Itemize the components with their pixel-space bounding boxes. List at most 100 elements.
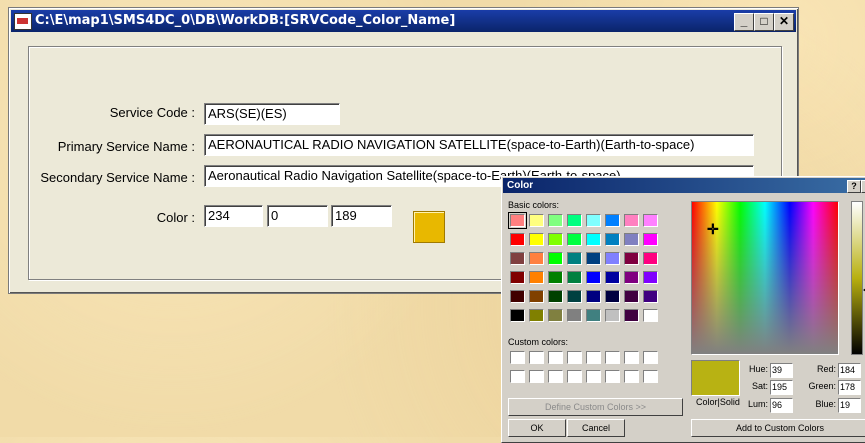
basic-color-swatch[interactable] xyxy=(567,214,582,227)
basic-color-swatch[interactable] xyxy=(567,252,582,265)
basic-color-swatch[interactable] xyxy=(605,252,620,265)
basic-color-swatch[interactable] xyxy=(529,309,544,322)
color-dialog-title-bar[interactable]: Color ? ✕ xyxy=(503,178,865,193)
add-to-custom-colors-button[interactable]: Add to Custom Colors xyxy=(691,419,865,437)
custom-color-swatch[interactable] xyxy=(567,370,582,383)
cancel-button[interactable]: Cancel xyxy=(567,419,625,437)
custom-color-swatch[interactable] xyxy=(510,370,525,383)
basic-color-swatch[interactable] xyxy=(643,252,658,265)
basic-color-swatch[interactable] xyxy=(529,271,544,284)
color-solid-label: Color|Solid xyxy=(696,397,740,407)
basic-color-swatch[interactable] xyxy=(605,309,620,322)
basic-color-swatch[interactable] xyxy=(586,271,601,284)
service-code-input[interactable]: ARS(SE)(ES) xyxy=(204,103,340,125)
title-bar[interactable]: C:\E\map1\SMS4DC_0\DB\WorkDB:[SRVCode_Co… xyxy=(11,10,796,32)
basic-color-swatch[interactable] xyxy=(510,233,525,246)
basic-color-swatch[interactable] xyxy=(624,271,639,284)
basic-color-swatch[interactable] xyxy=(529,252,544,265)
green-input[interactable]: 178 xyxy=(838,380,861,395)
basic-color-swatch[interactable] xyxy=(624,309,639,322)
color-solid-preview xyxy=(691,360,740,396)
blue-input[interactable]: 19 xyxy=(838,398,861,413)
basic-color-swatch[interactable] xyxy=(643,290,658,303)
custom-color-swatch[interactable] xyxy=(605,370,620,383)
basic-color-swatch[interactable] xyxy=(586,309,601,322)
help-button[interactable]: ? xyxy=(847,180,861,193)
basic-color-swatch[interactable] xyxy=(529,290,544,303)
basic-color-swatch[interactable] xyxy=(548,214,563,227)
basic-color-swatch[interactable] xyxy=(567,271,582,284)
color-green-input[interactable]: 0 xyxy=(267,205,328,227)
color-blue-input[interactable]: 189 xyxy=(331,205,392,227)
sat-label: Sat: xyxy=(751,381,768,391)
green-label: Green: xyxy=(808,381,836,391)
custom-color-swatch[interactable] xyxy=(643,370,658,383)
basic-color-swatch[interactable] xyxy=(586,233,601,246)
basic-color-swatch[interactable] xyxy=(510,290,525,303)
custom-color-swatch[interactable] xyxy=(510,351,525,364)
basic-color-swatch[interactable] xyxy=(567,233,582,246)
lum-input[interactable]: 96 xyxy=(770,398,793,413)
crosshair-icon: ✛ xyxy=(707,221,719,237)
basic-color-swatch[interactable] xyxy=(508,212,527,229)
define-custom-colors-button[interactable]: Define Custom Colors >> xyxy=(508,398,683,416)
basic-color-swatch[interactable] xyxy=(643,233,658,246)
red-input[interactable]: 184 xyxy=(838,363,861,378)
basic-color-swatch[interactable] xyxy=(567,309,582,322)
custom-colors-grid xyxy=(510,351,658,383)
color-picker-button[interactable] xyxy=(413,211,445,243)
blue-label: Blue: xyxy=(815,399,836,409)
basic-color-swatch[interactable] xyxy=(529,214,544,227)
custom-color-swatch[interactable] xyxy=(567,351,582,364)
custom-color-swatch[interactable] xyxy=(529,370,544,383)
basic-color-swatch[interactable] xyxy=(586,214,601,227)
basic-color-swatch[interactable] xyxy=(624,252,639,265)
primary-service-name-label: Primary Service Name : xyxy=(57,139,195,154)
custom-color-swatch[interactable] xyxy=(529,351,544,364)
custom-color-swatch[interactable] xyxy=(643,351,658,364)
custom-color-swatch[interactable] xyxy=(624,370,639,383)
basic-color-swatch[interactable] xyxy=(624,233,639,246)
custom-color-swatch[interactable] xyxy=(586,351,601,364)
custom-color-swatch[interactable] xyxy=(605,351,620,364)
basic-colors-grid xyxy=(508,212,658,322)
primary-service-name-input[interactable]: AERONAUTICAL RADIO NAVIGATION SATELLITE(… xyxy=(204,134,754,156)
basic-color-swatch[interactable] xyxy=(586,252,601,265)
basic-color-swatch[interactable] xyxy=(605,271,620,284)
ok-button[interactable]: OK xyxy=(508,419,566,437)
basic-color-swatch[interactable] xyxy=(605,214,620,227)
basic-color-swatch[interactable] xyxy=(643,309,658,322)
basic-color-swatch[interactable] xyxy=(605,233,620,246)
basic-color-swatch[interactable] xyxy=(548,252,563,265)
minimize-button[interactable]: _ xyxy=(734,13,754,31)
hue-input[interactable]: 39 xyxy=(770,363,793,378)
basic-color-swatch[interactable] xyxy=(510,309,525,322)
basic-color-swatch[interactable] xyxy=(548,309,563,322)
hue-label: Hue: xyxy=(748,364,768,374)
sat-input[interactable]: 195 xyxy=(770,380,793,395)
close-button[interactable]: ✕ xyxy=(774,13,794,31)
basic-color-swatch[interactable] xyxy=(548,290,563,303)
custom-color-swatch[interactable] xyxy=(624,351,639,364)
basic-color-swatch[interactable] xyxy=(643,271,658,284)
basic-color-swatch[interactable] xyxy=(510,252,525,265)
basic-color-swatch[interactable] xyxy=(567,290,582,303)
secondary-service-name-label: Secondary Service Name : xyxy=(40,170,195,185)
basic-color-swatch[interactable] xyxy=(643,214,658,227)
basic-color-swatch[interactable] xyxy=(624,290,639,303)
basic-color-swatch[interactable] xyxy=(529,233,544,246)
custom-color-swatch[interactable] xyxy=(548,370,563,383)
service-code-label: Service Code : xyxy=(109,105,195,120)
basic-color-swatch[interactable] xyxy=(624,214,639,227)
basic-color-swatch[interactable] xyxy=(548,233,563,246)
luminance-slider[interactable] xyxy=(851,201,863,355)
basic-color-swatch[interactable] xyxy=(510,271,525,284)
color-red-input[interactable]: 234 xyxy=(204,205,263,227)
custom-color-swatch[interactable] xyxy=(586,370,601,383)
basic-color-swatch[interactable] xyxy=(605,290,620,303)
dialog-close-button[interactable]: ✕ xyxy=(861,180,865,193)
maximize-button[interactable]: □ xyxy=(754,13,774,31)
basic-color-swatch[interactable] xyxy=(586,290,601,303)
custom-color-swatch[interactable] xyxy=(548,351,563,364)
basic-color-swatch[interactable] xyxy=(548,271,563,284)
